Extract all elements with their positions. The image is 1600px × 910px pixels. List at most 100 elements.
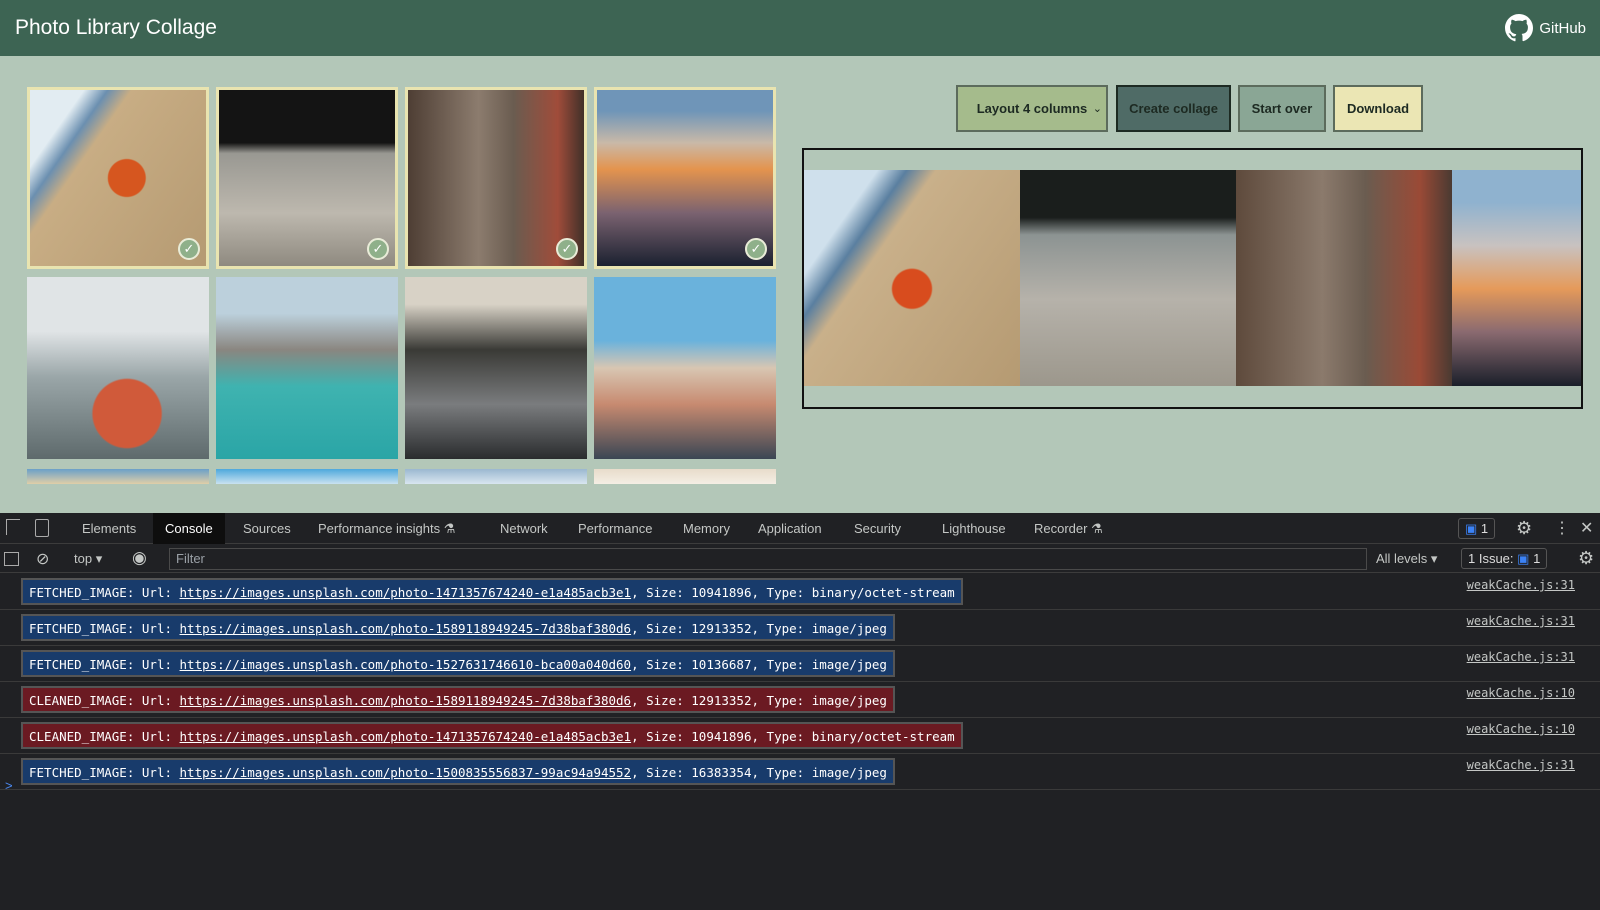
photo-thumb-partial[interactable] <box>594 469 776 484</box>
photo-thumb-starfish[interactable]: ✓ <box>27 87 209 269</box>
collage-image-clouds <box>1452 170 1581 386</box>
tab-performance[interactable]: Performance <box>566 513 664 544</box>
clear-console-icon[interactable]: ⊘ <box>36 549 49 569</box>
collage-image-starfish <box>804 170 1020 386</box>
collage-image-bicycle <box>1020 170 1236 386</box>
log-type: CLEANED_IMAGE <box>29 729 127 744</box>
log-message: FETCHED_IMAGE: Url: https://images.unspl… <box>21 758 895 785</box>
log-levels-value: All levels <box>1376 551 1428 566</box>
context-value: top <box>74 551 93 566</box>
tab-recorder[interactable]: Recorder ⚗ <box>1022 513 1115 544</box>
check-icon: ✓ <box>556 238 578 260</box>
close-icon[interactable]: ✕ <box>1580 518 1593 538</box>
layout-select-value: Layout 4 columns <box>976 101 1088 116</box>
photo-thumb-bridge[interactable] <box>405 277 587 459</box>
device-toolbar-icon[interactable] <box>35 519 49 537</box>
tab-application[interactable]: Application <box>746 513 834 544</box>
tab-memory[interactable]: Memory <box>671 513 742 544</box>
issues-badge[interactable]: 1 Issue: ▣ 1 <box>1461 548 1548 569</box>
log-url-link[interactable]: https://images.unsplash.com/photo-147135… <box>180 729 632 744</box>
console-log-row: FETCHED_IMAGE: Url: https://images.unspl… <box>0 646 1600 682</box>
tab-elements[interactable]: Elements <box>70 513 148 544</box>
issue-icon: ▣ <box>1517 551 1530 566</box>
log-source-link[interactable]: weakCache.js:31 <box>1467 578 1575 592</box>
check-icon: ✓ <box>745 238 767 260</box>
settings-gear-icon[interactable]: ⚙ <box>1516 518 1532 539</box>
photo-thumb-bicycle[interactable]: ✓ <box>216 87 398 269</box>
photo-thumb-lake[interactable] <box>216 277 398 459</box>
console-toolbar: ⊘ top ▾ ◉ Filter All levels ▾ 1 Issue: ▣… <box>0 545 1600 573</box>
log-url-link[interactable]: https://images.unsplash.com/photo-152763… <box>180 657 632 672</box>
log-type: FETCHED_IMAGE <box>29 657 127 672</box>
collage-preview <box>802 148 1583 409</box>
log-url-link[interactable]: https://images.unsplash.com/photo-158911… <box>180 621 632 636</box>
log-type: CLEANED_IMAGE <box>29 693 127 708</box>
tab-security[interactable]: Security <box>842 513 913 544</box>
log-type: FETCHED_IMAGE <box>29 585 127 600</box>
log-url-link[interactable]: https://images.unsplash.com/photo-150083… <box>180 765 632 780</box>
log-details: , Size: 10136687, Type: image/jpeg <box>631 657 887 672</box>
log-message: CLEANED_IMAGE: Url: https://images.unspl… <box>21 722 963 749</box>
tab-lighthouse[interactable]: Lighthouse <box>930 513 1018 544</box>
log-details: , Size: 10941896, Type: binary/octet-str… <box>631 729 955 744</box>
app-header: Photo Library Collage GitHub <box>0 0 1600 56</box>
photo-thumb-hiker[interactable] <box>27 277 209 459</box>
log-source-link[interactable]: weakCache.js:31 <box>1467 614 1575 628</box>
console-log-row: FETCHED_IMAGE: Url: https://images.unspl… <box>0 754 1600 790</box>
layout-select[interactable]: Layout 4 columns ⌄ <box>956 85 1108 132</box>
tab-sources[interactable]: Sources <box>231 513 303 544</box>
inspect-element-icon[interactable] <box>6 519 20 535</box>
log-message: FETCHED_IMAGE: Url: https://images.unspl… <box>21 578 963 605</box>
log-message: FETCHED_IMAGE: Url: https://images.unspl… <box>21 650 895 677</box>
github-link[interactable]: GitHub <box>1505 14 1586 42</box>
log-source-link[interactable]: weakCache.js:31 <box>1467 758 1575 772</box>
context-select[interactable]: top ▾ <box>74 551 102 567</box>
message-icon: ▣ <box>1465 521 1478 536</box>
photo-thumb-partial[interactable] <box>216 469 398 484</box>
chevron-down-icon: ⌄ <box>1092 103 1102 115</box>
tab-performance-insights[interactable]: Performance insights ⚗ <box>306 513 467 544</box>
issues-label: 1 Issue: <box>1468 551 1514 566</box>
log-details: , Size: 10941896, Type: binary/octet-str… <box>631 585 955 600</box>
github-label: GitHub <box>1539 19 1586 37</box>
more-options-icon[interactable]: ⋮ <box>1554 518 1570 538</box>
photo-thumb-alley[interactable]: ✓ <box>405 87 587 269</box>
github-icon <box>1505 14 1534 42</box>
log-type: FETCHED_IMAGE <box>29 765 127 780</box>
log-source-link[interactable]: weakCache.js:10 <box>1467 722 1575 736</box>
log-source-link[interactable]: weakCache.js:31 <box>1467 650 1575 664</box>
app-title: Photo Library Collage <box>15 16 217 39</box>
photo-thumb-venice[interactable] <box>594 277 776 459</box>
console-log-row: FETCHED_IMAGE: Url: https://images.unspl… <box>0 574 1600 610</box>
tab-console[interactable]: Console <box>153 513 225 544</box>
log-details: , Size: 16383354, Type: image/jpeg <box>631 765 887 780</box>
console-log-row: FETCHED_IMAGE: Url: https://images.unspl… <box>0 610 1600 646</box>
log-type: FETCHED_IMAGE <box>29 621 127 636</box>
console-settings-gear-icon[interactable]: ⚙ <box>1578 548 1594 569</box>
log-url-link[interactable]: https://images.unsplash.com/photo-147135… <box>180 585 632 600</box>
start-over-button[interactable]: Start over <box>1238 85 1326 132</box>
messages-badge[interactable]: ▣ 1 <box>1458 518 1496 539</box>
create-collage-button[interactable]: Create collage <box>1116 85 1231 132</box>
photo-thumb-partial[interactable] <box>405 469 587 484</box>
log-source-link[interactable]: weakCache.js:10 <box>1467 686 1575 700</box>
live-expression-eye-icon[interactable]: ◉ <box>132 548 147 568</box>
log-levels-select[interactable]: All levels ▾ <box>1376 551 1437 567</box>
download-button[interactable]: Download <box>1333 85 1423 132</box>
log-message: FETCHED_IMAGE: Url: https://images.unspl… <box>21 614 895 641</box>
issues-count: 1 <box>1533 551 1541 566</box>
check-icon: ✓ <box>178 238 200 260</box>
devtools-tabbar: Elements Console Sources Performance insigh… <box>0 513 1600 544</box>
filter-input[interactable]: Filter <box>169 548 1367 570</box>
devtools-panel: Elements Console Sources Performance insigh… <box>0 513 1600 910</box>
photo-thumb-clouds-wing[interactable]: ✓ <box>594 87 776 269</box>
log-details: , Size: 12913352, Type: image/jpeg <box>631 693 887 708</box>
console-log-row: CLEANED_IMAGE: Url: https://images.unspl… <box>0 718 1600 754</box>
console-log-row: CLEANED_IMAGE: Url: https://images.unspl… <box>0 682 1600 718</box>
sidebar-toggle-icon[interactable] <box>4 552 19 566</box>
console-prompt[interactable]: > <box>5 778 13 793</box>
log-message: CLEANED_IMAGE: Url: https://images.unspl… <box>21 686 895 713</box>
tab-network[interactable]: Network <box>488 513 560 544</box>
log-url-link[interactable]: https://images.unsplash.com/photo-158911… <box>180 693 632 708</box>
photo-thumb-partial[interactable] <box>27 469 209 484</box>
